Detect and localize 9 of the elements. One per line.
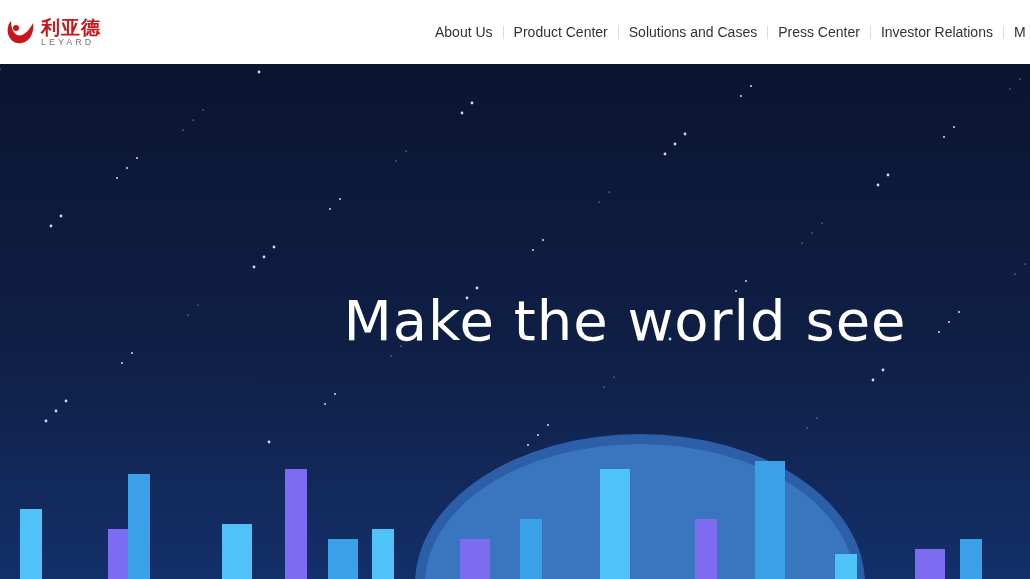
- logo-chinese-text: 利亚德: [41, 17, 101, 37]
- nav-link[interactable]: M: [1013, 21, 1026, 43]
- nav-link[interactable]: Product Center: [513, 21, 608, 43]
- nav-link[interactable]: Solutions and Cases: [628, 21, 758, 43]
- hero-headline: Make the world see: [343, 287, 907, 355]
- nav-link[interactable]: About Us: [435, 21, 493, 43]
- nav-link[interactable]: Investor Relations: [880, 21, 993, 43]
- nav-link[interactable]: Press Center: [778, 21, 860, 43]
- logo-latin-text: LEYARD: [41, 37, 95, 47]
